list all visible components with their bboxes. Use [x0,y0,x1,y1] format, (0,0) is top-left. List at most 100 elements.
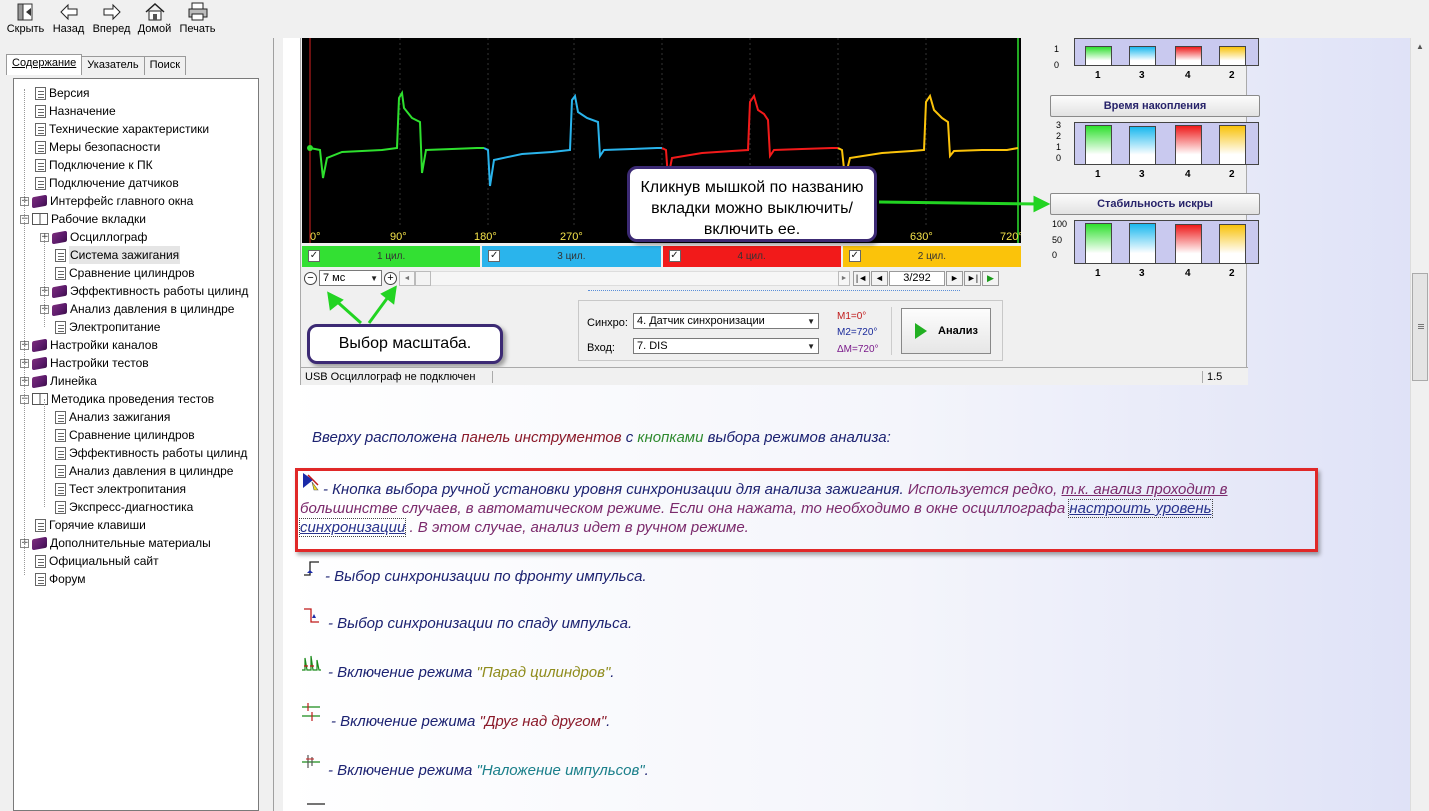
tree-item-подключение-к-пк[interactable]: Подключение к ПК [20,156,153,174]
tree-item-label: Тест электропитания [69,482,186,496]
tree-item-осциллограф[interactable]: + Осциллограф [40,228,147,246]
tab-search[interactable]: Поиск [143,56,187,75]
tree-item-label: Линейка [50,374,97,388]
input-select[interactable]: 7. DIS ▼ [633,338,819,354]
tree-item-линейка[interactable]: + Линейка [20,372,97,390]
meter-ytick: 0 [1056,153,1062,163]
meter-bar [1219,224,1246,263]
marker-delta: ΔM=720° [837,344,879,355]
sync-level-link[interactable]: настроить уровень [1068,499,1213,518]
meter-cylinder-label: 3 [1139,70,1145,81]
scrollbar-thumb[interactable] [1412,273,1428,381]
tree-item-label: Горячие клавиши [49,518,146,532]
tree-item-label: Рабочие вкладки [51,212,146,226]
tree-item-форум[interactable]: Форум [20,570,85,588]
contents-tree: Версия Назначение Технические характеристи… [13,78,259,811]
tree-item-label: Система зажигания [69,246,181,264]
back-label: Назад [52,23,85,35]
tree-item-сравнение-цилиндров[interactable]: Сравнение цилиндров [40,426,195,444]
tree-item-тест-электропитания[interactable]: Тест электропитания [40,480,186,498]
tree-connector [44,399,45,507]
tree-item-рабочие-вкладки[interactable]: − Рабочие вкладки [20,210,146,228]
help-content: 0° 90° 180° 270° 630° 720° ✓ 1 цил. ✓ 3 цил. ✓ 4… [283,38,1410,811]
book-icon [32,356,47,370]
tree-item-назначение[interactable]: Назначение [20,102,116,120]
chevron-down-icon: ▼ [807,341,815,351]
oscilloscope-screenshot: 0° 90° 180° 270° 630° 720° ✓ 1 цил. ✓ 3 цил. ✓ 4… [300,38,1260,385]
meter-cylinder-label: 1 [1095,70,1101,81]
tree-item-дополнительные-материалы[interactable]: + Дополнительные материалы [20,534,211,552]
tree-item-label: Настройки каналов [50,338,158,352]
tree-item-сравнение-цилиндров[interactable]: Сравнение цилиндров [40,264,195,282]
sync-level-link-continued[interactable]: синхронизации [298,518,407,537]
tree-item-label: Эффективность работы цилинд [70,284,249,298]
page-icon [55,266,66,280]
tree-item-эффективность-работы-цилинд[interactable]: + Эффективность работы цилинд [40,282,248,300]
intro-text: Вверху расположена [312,429,462,446]
tree-item-label: Меры безопасности [49,140,161,154]
book-icon [32,194,47,208]
parade-mode-text: . [610,664,615,681]
vertical-scrollbar[interactable]: ▲ [1410,38,1429,811]
parade-mode-text: - Включение режима [328,664,477,681]
tree-item-настройки-каналов[interactable]: + Настройки каналов [20,336,158,354]
tree-item-анализ-зажигания[interactable]: Анализ зажигания [40,408,170,426]
tree-item-электропитание[interactable]: Электропитание [40,318,160,336]
manual-sync-line-3: синхронизации . В этом случае, анализ ид… [298,518,749,537]
meter-cylinder-label: 3 [1139,169,1145,180]
tree-item-интерфейс-главного-окна[interactable]: + Интерфейс главного окна [20,192,193,210]
forward-button[interactable]: Вперед [90,0,133,36]
tree-item-методика-проведения-тестов[interactable]: − Методика проведения тестов [20,390,214,408]
meter-ytick: 1 [1056,142,1062,152]
tree-item-label: Осциллограф [70,230,148,244]
tree-item-меры-безопасности[interactable]: Меры безопасности [20,138,160,156]
tree-item-label: Форум [49,572,86,586]
manual-sync-text: - Кнопка выбора ручной установки уровня … [323,481,908,498]
callout-arrows [327,195,1051,325]
print-button[interactable]: Печать [176,0,219,36]
tree-item-экспресс-диагностика[interactable]: Экспресс-диагностика [40,498,193,516]
accumulation-time-button[interactable]: Время накопления [1050,95,1260,117]
page-icon [55,248,66,262]
home-label: Домой [137,23,172,35]
tab-index[interactable]: Указатель [81,56,145,75]
intro-buttons-term: кнопками [637,429,704,446]
tree-item-подключение-датчиков[interactable]: Подключение датчиков [20,174,179,192]
tree-item-официальный-сайт[interactable]: Официальный сайт [20,552,159,570]
tree-connector [44,237,45,327]
tree-item-горячие-клавиши[interactable]: Горячие клавиши [20,516,146,534]
stacked-mode-text: - Включение режима [331,713,480,730]
home-button[interactable]: Домой [133,0,176,36]
tree-item-анализ-давления-в-цилиндре[interactable]: Анализ давления в цилиндре [40,462,233,480]
tree-connector [24,89,25,575]
book-icon [52,302,67,316]
tree-item-анализ-давления-в-цилиндре[interactable]: + Анализ давления в цилиндре [40,300,234,318]
tree-item-версия[interactable]: Версия [20,84,90,102]
hide-icon [17,3,32,21]
scroll-up-icon[interactable]: ▲ [1416,42,1424,51]
navigation-pane: Содержание Указатель Поиск Версия Назначе… [0,38,274,811]
tree-item-эффективность-работы-цилинд[interactable]: Эффективность работы цилинд [40,444,247,462]
tree-item-label: Сравнение цилиндров [69,266,195,280]
back-button[interactable]: Назад [47,0,90,36]
book-icon [52,284,67,298]
overlay-mode-text: - Включение режима [328,762,477,779]
manual-sync-icon [303,473,319,491]
printer-icon [188,2,207,21]
tab-contents[interactable]: Содержание [6,54,83,75]
tree-item-настройки-тестов[interactable]: + Настройки тестов [20,354,149,372]
intro-toolbar-term: панель инструментов [461,429,622,446]
tree-item-label: Интерфейс главного окна [50,194,194,208]
tree-item-система-зажигания[interactable]: Система зажигания [40,246,181,264]
tree-item-технические-характеристики[interactable]: Технические характеристики [20,120,209,138]
page-icon [55,500,66,514]
meter-bar [1175,46,1202,65]
manual-sync-note: большинстве случаев, в автоматическом ре… [300,500,1070,517]
status-version: 1.5 [1202,370,1248,383]
hide-button[interactable]: Скрыть [4,0,47,36]
tree-item-label: Анализ зажигания [69,410,171,424]
hide-label: Скрыть [6,23,45,35]
tree-item-label: Технические характеристики [49,122,210,136]
spark-stability-button[interactable]: Стабильность искры [1050,193,1260,215]
meter-cylinder-label: 4 [1185,70,1191,81]
